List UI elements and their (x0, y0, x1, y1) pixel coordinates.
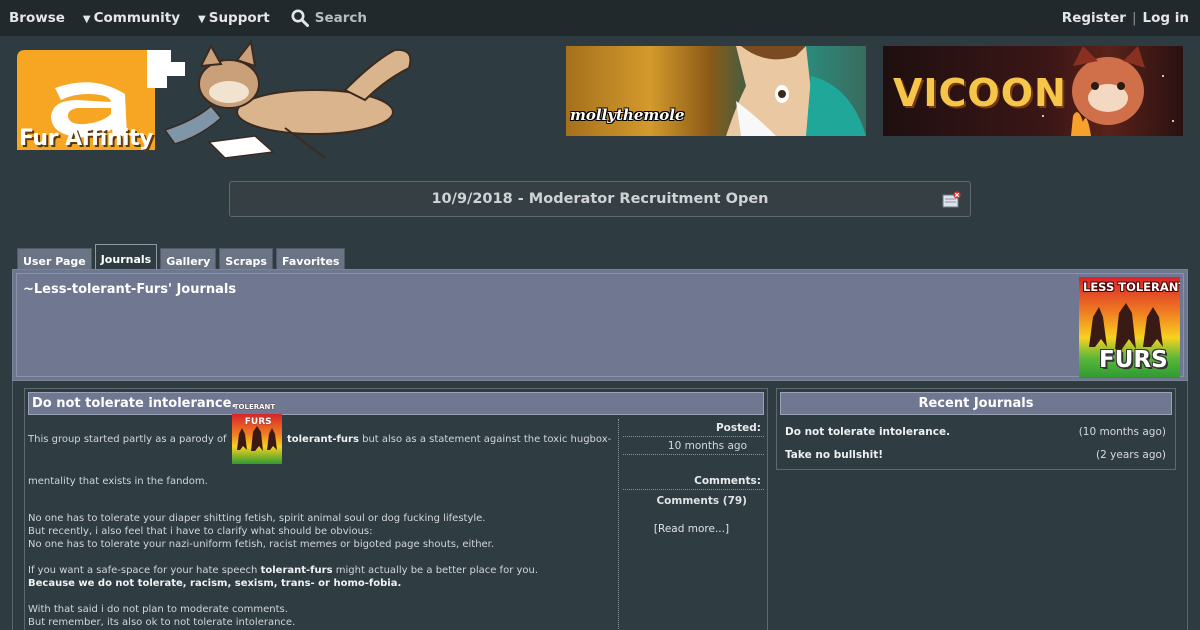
journal-text: But recently, i also feel that i have to… (28, 526, 373, 537)
nav-support[interactable]: ▼ Support (189, 10, 279, 26)
recent-journals: Recent Journals Do not tolerate intolera… (776, 388, 1176, 470)
recent-journal-time: (2 years ago) (1096, 449, 1166, 461)
journal-paragraph-3: If you want a safe-space for your hate s… (28, 564, 618, 590)
notice-text: 10/9/2018 - Moderator Recruitment Open (431, 191, 769, 207)
comments-link[interactable]: Comments (79) (623, 490, 764, 509)
caret-down-icon: ▼ (82, 14, 91, 25)
top-nav: Browse ▼ Community ▼ Support Search Regist… (0, 0, 1200, 36)
banner-text-mollythemole: mollythemole (570, 106, 685, 124)
journal-paragraph-4: With that said i do not plan to moderate… (28, 603, 618, 629)
tolerant-furs-icon[interactable]: TOLERANT FURS (231, 403, 282, 464)
list-item: Do not tolerate intolerance. (10 months … (785, 426, 1166, 438)
journal-text: This group started partly as a parody of (28, 434, 227, 445)
journal-text: No one has to tolerate your nazi-uniform… (28, 539, 495, 550)
journal-paragraph-1: This group started partly as a parody of (28, 403, 618, 499)
posted-label: Posted: (623, 419, 764, 437)
avatar-text-top: LESS TOLERANT (1083, 280, 1180, 294)
avatar-text-bottom: FURS (1099, 347, 1168, 373)
caret-down-icon: ▼ (198, 14, 206, 25)
account-links: Register | Log in (1062, 0, 1189, 36)
login-link[interactable]: Log in (1143, 10, 1189, 26)
recent-journal-time: (10 months ago) (1078, 426, 1166, 438)
banner-ad-mollythemole[interactable]: mollythemole (566, 46, 866, 136)
register-link[interactable]: Register (1062, 10, 1126, 26)
tolerant-furs-icon-top: TOLERANT (233, 403, 276, 411)
journal-text: No one has to tolerate your diaper shitt… (28, 513, 486, 524)
journal-paragraph-2: No one has to tolerate your diaper shitt… (28, 512, 618, 551)
tolerant-furs-link[interactable]: tolerant-furs (287, 434, 359, 445)
journal-entry: Do not tolerate intolerance. This group … (24, 388, 768, 630)
site-notice: 10/9/2018 - Moderator Recruitment Open (229, 181, 971, 217)
search-label: Search (314, 10, 368, 26)
avatar[interactable]: LESS TOLERANT FURS (1079, 277, 1180, 378)
dismiss-notice-icon[interactable] (942, 191, 962, 209)
recent-journals-title: Recent Journals (780, 392, 1172, 415)
journal-title[interactable]: Do not tolerate intolerance. (28, 392, 764, 415)
nav-support-label: Support (208, 10, 270, 26)
site-logo[interactable]: Fur Affinity (15, 39, 425, 162)
tolerant-furs-icon-bottom: FURS (244, 417, 272, 427)
posted-value: 10 months ago (623, 437, 764, 455)
page-title: ~Less-tolerant-Furs' Journals (23, 282, 237, 297)
banner-text-vicoon: VICOON (893, 71, 1067, 115)
nav-community[interactable]: ▼ Community (74, 10, 189, 26)
nav-browse[interactable]: Browse (0, 10, 74, 26)
banner-ad-vicoon[interactable]: VICOON (883, 46, 1183, 136)
search-icon (291, 9, 309, 27)
journal-text: If you want a safe-space for your hate s… (28, 565, 258, 576)
journal-meta: Posted: 10 months ago Comments: Comments… (618, 419, 764, 630)
journal-text: But remember, its also ok to not tolerat… (28, 617, 296, 628)
journal-text: might actually be a better place for you… (335, 565, 539, 576)
journal-body: This group started partly as a parody of (28, 403, 618, 630)
tolerant-furs-link[interactable]: tolerant-furs (261, 565, 333, 576)
logo-text: Fur Affinity (19, 126, 153, 151)
recent-journal-link[interactable]: Do not tolerate intolerance. (785, 426, 950, 438)
recent-journal-link[interactable]: Take no bullshit! (785, 449, 883, 461)
nav-community-label: Community (93, 10, 181, 26)
journal-bold-text: Because we do not tolerate, racism, sexi… (28, 578, 402, 589)
journals-header: ~Less-tolerant-Furs' Journals LESS TOLER… (12, 269, 1188, 381)
journal-text: With that said i do not plan to moderate… (28, 604, 288, 615)
list-item: Take no bullshit! (2 years ago) (785, 449, 1166, 461)
nav-search[interactable]: Search (279, 9, 376, 27)
read-more-link[interactable]: [Read more...] (619, 523, 764, 535)
journals-header-inner: ~Less-tolerant-Furs' Journals LESS TOLER… (16, 273, 1184, 378)
nav-separator: | (1131, 10, 1137, 26)
comments-label: Comments: (623, 472, 764, 490)
